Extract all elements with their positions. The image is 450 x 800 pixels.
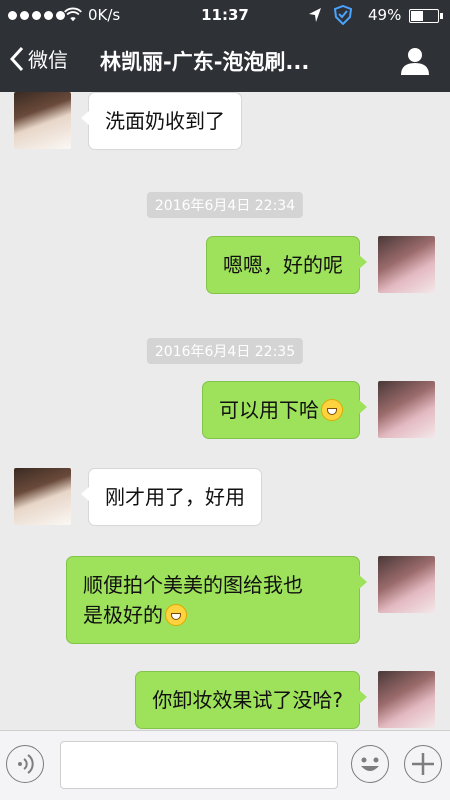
message-text-line: 是极好的 — [83, 603, 163, 627]
sent-message[interactable]: 嗯嗯，好的呢 — [206, 236, 367, 294]
heart-eyes-emoji-icon — [165, 604, 187, 626]
chevron-left-icon — [10, 46, 24, 71]
location-arrow-icon — [309, 8, 321, 22]
contact-profile-icon[interactable] — [398, 46, 432, 76]
received-message[interactable]: 刚才用了，好用 — [81, 468, 262, 526]
message-timestamp: 2016年6月4日 22:35 — [146, 338, 304, 364]
contact-avatar[interactable] — [14, 92, 71, 149]
contact-avatar[interactable] — [14, 468, 71, 525]
smiley-icon — [361, 757, 379, 771]
battery-percent: 49% — [368, 6, 402, 24]
my-avatar[interactable] — [378, 236, 435, 293]
voice-input-button[interactable] — [6, 745, 44, 783]
message-input-bar — [0, 730, 450, 800]
shield-icon — [333, 5, 353, 25]
grin-emoji-icon — [321, 399, 343, 421]
my-avatar[interactable] — [378, 671, 435, 728]
my-avatar[interactable] — [378, 381, 435, 438]
battery-icon — [409, 9, 443, 23]
message-text-line: 顺便拍个美美的图给我也 — [83, 573, 303, 597]
message-text: 洗面奶收到了 — [105, 109, 225, 133]
message-timestamp: 2016年6月4日 22:34 — [146, 192, 304, 218]
nav-bar: 微信 林凯丽-广东-泡泡刷... — [0, 32, 450, 92]
back-button[interactable]: 微信 — [10, 44, 68, 73]
sent-message[interactable]: 顺便拍个美美的图给我也 是极好的 — [66, 556, 367, 644]
sent-message[interactable]: 你卸妆效果试了没哈? — [135, 671, 367, 729]
back-label: 微信 — [28, 48, 68, 72]
received-message[interactable]: 洗面奶收到了 — [81, 92, 242, 150]
plus-icon — [412, 753, 434, 775]
my-avatar[interactable] — [378, 556, 435, 613]
more-options-button[interactable] — [404, 745, 442, 783]
emoji-button[interactable] — [351, 745, 389, 783]
message-text: 刚才用了，好用 — [105, 485, 245, 509]
message-text-input[interactable] — [60, 741, 338, 789]
sent-message[interactable]: 可以用下哈 — [202, 381, 367, 439]
chat-title: 林凯丽-广东-泡泡刷... — [100, 50, 310, 74]
top-bar: 0K/s 11:37 49% 微信 林凯丽-广东-泡泡刷... — [0, 0, 450, 92]
message-text: 你卸妆效果试了没哈? — [152, 688, 343, 712]
chat-area[interactable]: 洗面奶收到了 2016年6月4日 22:34 嗯嗯，好的呢 2016年6月4日 … — [0, 92, 450, 730]
voice-icon — [18, 754, 34, 774]
message-text: 嗯嗯，好的呢 — [223, 253, 343, 277]
message-text: 可以用下哈 — [219, 398, 319, 422]
status-bar: 0K/s 11:37 49% — [0, 0, 450, 32]
